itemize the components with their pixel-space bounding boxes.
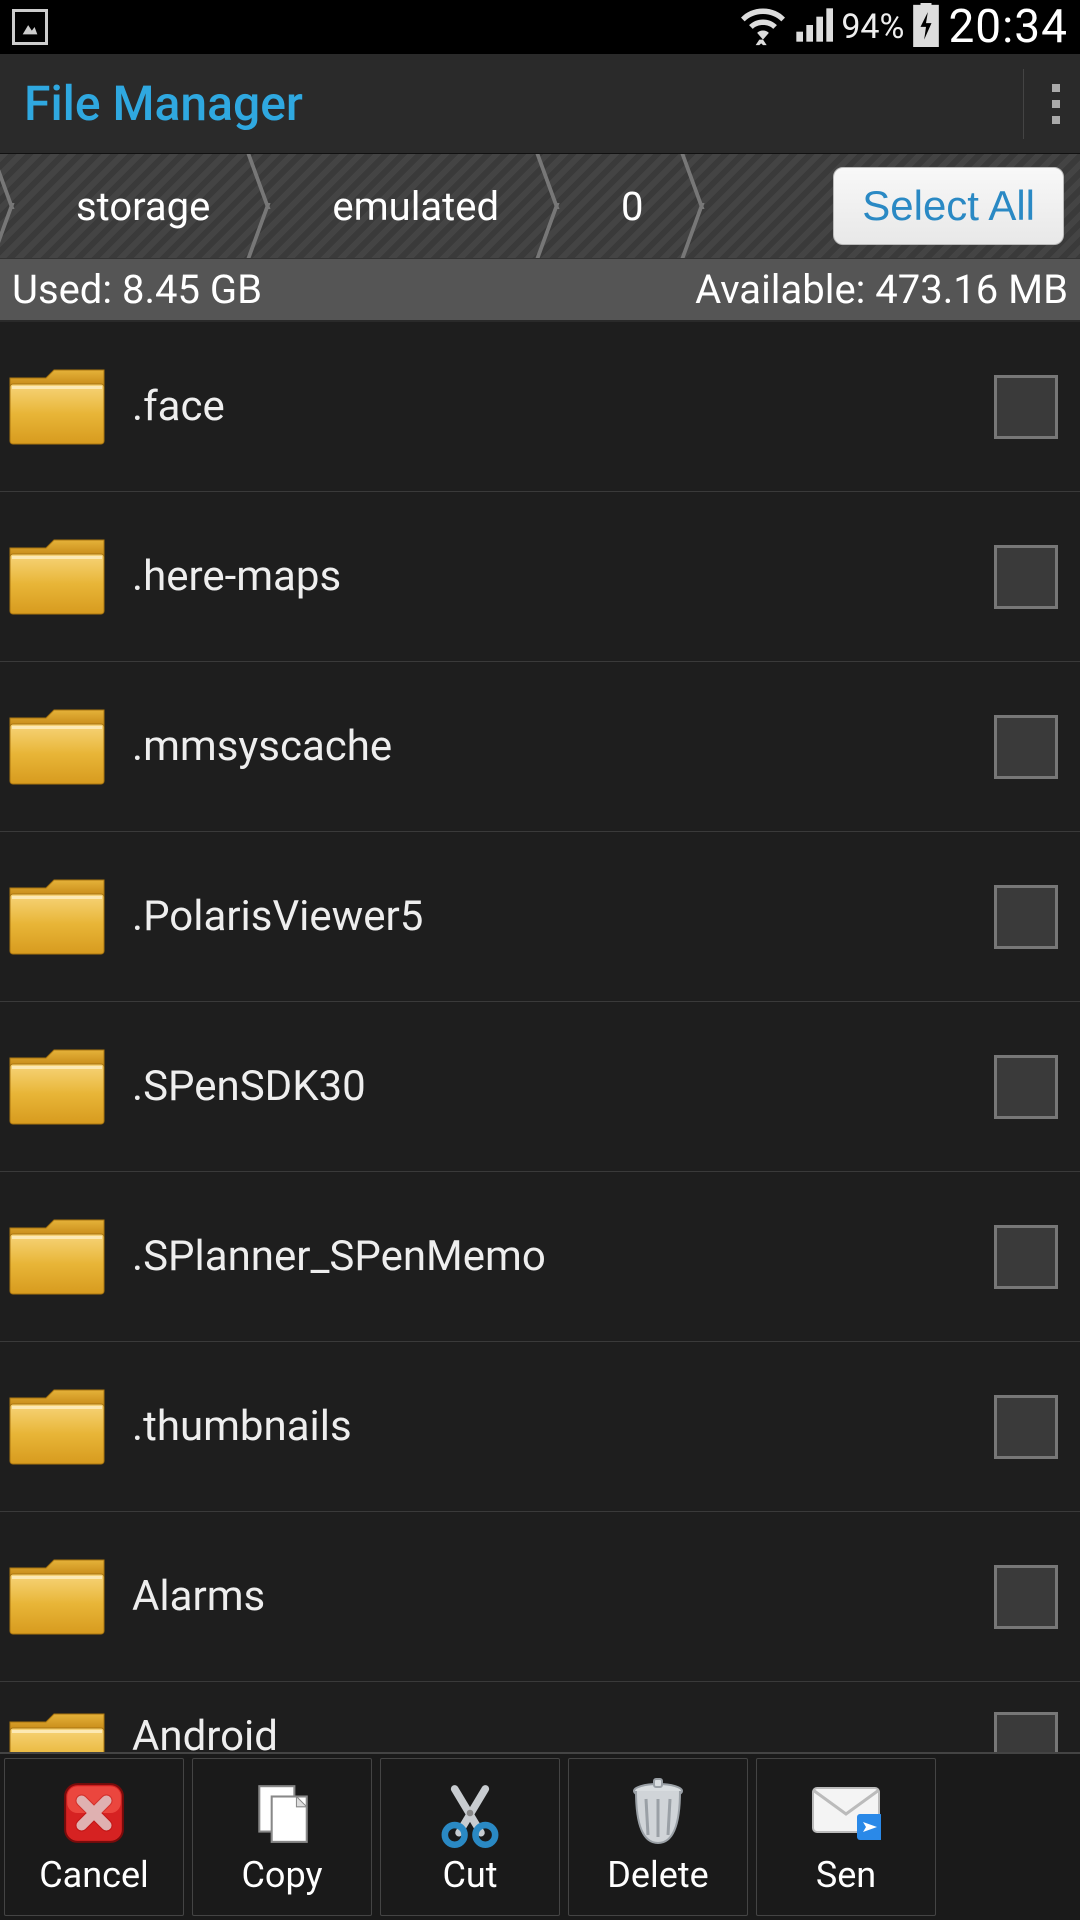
file-name: Android bbox=[132, 1712, 994, 1752]
list-item[interactable]: .SPlanner_SPenMemo bbox=[0, 1172, 1080, 1342]
overflow-menu-button[interactable] bbox=[1023, 69, 1060, 139]
send-button[interactable]: Sen bbox=[756, 1758, 936, 1916]
breadcrumb: storage emulated 0 Select All bbox=[0, 154, 1080, 258]
file-name: Alarms bbox=[132, 1572, 994, 1621]
folder-icon bbox=[8, 368, 108, 446]
file-name: .mmsyscache bbox=[132, 722, 994, 771]
file-name: .face bbox=[132, 382, 994, 431]
list-item[interactable]: .PolarisViewer5 bbox=[0, 832, 1080, 1002]
action-label: Sen bbox=[816, 1854, 876, 1896]
battery-charging-icon bbox=[912, 3, 940, 51]
file-name: .thumbnails bbox=[132, 1402, 994, 1451]
wifi-icon bbox=[741, 3, 785, 51]
checkbox[interactable] bbox=[994, 1712, 1058, 1752]
cut-icon bbox=[435, 1778, 505, 1848]
delete-icon bbox=[623, 1778, 693, 1848]
chevron-right-icon bbox=[256, 154, 286, 258]
storage-info-bar: Used: 8.45 GB Available: 473.16 MB bbox=[0, 258, 1080, 322]
folder-icon bbox=[8, 1218, 108, 1296]
action-bar: Cancel Copy Cut Delete Sen bbox=[0, 1752, 1080, 1920]
copy-icon bbox=[247, 1778, 317, 1848]
app-title: File Manager bbox=[24, 75, 303, 132]
list-item[interactable]: .mmsyscache bbox=[0, 662, 1080, 832]
folder-icon bbox=[8, 878, 108, 956]
status-clock: 20:34 bbox=[948, 0, 1068, 54]
list-item[interactable]: .SPenSDK30 bbox=[0, 1002, 1080, 1172]
action-label: Cut bbox=[442, 1854, 497, 1896]
file-name: .here-maps bbox=[132, 552, 994, 601]
more-vertical-icon bbox=[1052, 84, 1060, 124]
list-item[interactable]: .thumbnails bbox=[0, 1342, 1080, 1512]
checkbox[interactable] bbox=[994, 1395, 1058, 1459]
file-name: .SPenSDK30 bbox=[132, 1062, 994, 1111]
list-item[interactable]: .face bbox=[0, 322, 1080, 492]
breadcrumb-item[interactable]: storage bbox=[30, 154, 256, 258]
checkbox[interactable] bbox=[994, 715, 1058, 779]
action-label: Delete bbox=[607, 1854, 708, 1896]
folder-icon bbox=[8, 1712, 108, 1752]
battery-percentage: 94% bbox=[841, 7, 904, 47]
storage-available-label: Available: 473.16 MB bbox=[695, 266, 1068, 313]
select-all-button[interactable]: Select All bbox=[833, 167, 1064, 245]
checkbox[interactable] bbox=[994, 1055, 1058, 1119]
chevron-right-icon bbox=[690, 154, 720, 258]
notification-image-icon bbox=[12, 9, 48, 45]
checkbox[interactable] bbox=[994, 375, 1058, 439]
folder-icon bbox=[8, 538, 108, 616]
checkbox[interactable] bbox=[994, 885, 1058, 949]
breadcrumb-item[interactable]: emulated bbox=[286, 154, 545, 258]
storage-used-label: Used: 8.45 GB bbox=[12, 266, 262, 313]
cut-button[interactable]: Cut bbox=[380, 1758, 560, 1916]
delete-button[interactable]: Delete bbox=[568, 1758, 748, 1916]
chevron-right-icon bbox=[545, 154, 575, 258]
action-label: Cancel bbox=[39, 1854, 149, 1896]
app-bar: File Manager bbox=[0, 54, 1080, 154]
copy-button[interactable]: Copy bbox=[192, 1758, 372, 1916]
cancel-button[interactable]: Cancel bbox=[4, 1758, 184, 1916]
folder-icon bbox=[8, 708, 108, 786]
list-item[interactable]: Alarms bbox=[0, 1512, 1080, 1682]
signal-icon bbox=[793, 5, 833, 49]
checkbox[interactable] bbox=[994, 1565, 1058, 1629]
list-item[interactable]: Android bbox=[0, 1682, 1080, 1752]
folder-icon bbox=[8, 1048, 108, 1126]
breadcrumb-item[interactable]: 0 bbox=[575, 154, 689, 258]
status-bar: 94% 20:34 bbox=[0, 0, 1080, 54]
folder-icon bbox=[8, 1558, 108, 1636]
action-label: Copy bbox=[241, 1854, 322, 1896]
file-name: .PolarisViewer5 bbox=[132, 892, 994, 941]
send-icon bbox=[811, 1778, 881, 1848]
file-list[interactable]: .face .here-maps bbox=[0, 322, 1080, 1752]
folder-icon bbox=[8, 1388, 108, 1466]
cancel-icon bbox=[59, 1778, 129, 1848]
chevron-right-icon bbox=[0, 154, 30, 258]
file-name: .SPlanner_SPenMemo bbox=[132, 1232, 994, 1281]
checkbox[interactable] bbox=[994, 545, 1058, 609]
checkbox[interactable] bbox=[994, 1225, 1058, 1289]
list-item[interactable]: .here-maps bbox=[0, 492, 1080, 662]
